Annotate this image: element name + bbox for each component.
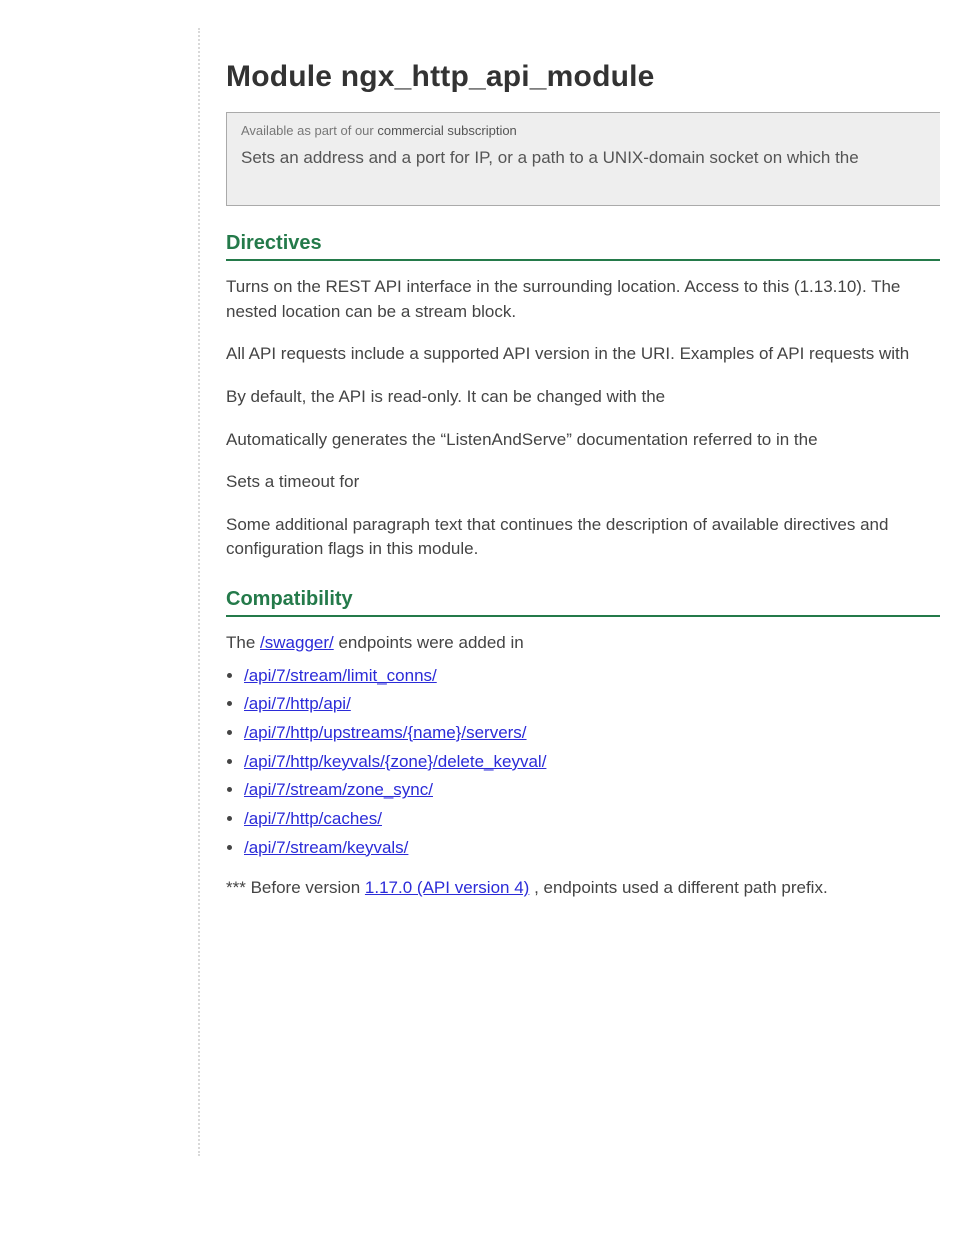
footnote-prefix: *** Before version [226, 878, 360, 897]
compat-link[interactable]: /api/7/http/keyvals/{zone}/delete_keyval… [244, 752, 546, 771]
list-item: /api/7/stream/limit_conns/ [244, 664, 940, 689]
paragraph: Sets a timeout for [226, 470, 940, 495]
compat-intro-link[interactable]: /swagger/ [260, 633, 334, 652]
directives-body: Turns on the REST API interface in the s… [226, 275, 940, 562]
compatibility-link-list: /api/7/stream/limit_conns/ /api/7/http/a… [244, 664, 940, 860]
paragraph: Automatically generates the “ListenAndSe… [226, 428, 940, 453]
compat-intro-prefix: The [226, 633, 255, 652]
section-rule [226, 615, 940, 617]
availability-lead: Sets an address and a port for IP, or a … [241, 148, 926, 168]
availability-label: Available as part of our [241, 123, 374, 138]
compat-link[interactable]: /api/7/stream/zone_sync/ [244, 780, 433, 799]
availability-box: Available as part of our commercial subs… [226, 112, 940, 206]
section-heading-directives: Directives [226, 232, 940, 255]
compat-link[interactable]: /api/7/stream/keyvals/ [244, 838, 408, 857]
section-rule [226, 259, 940, 261]
paragraph: By default, the API is read-only. It can… [226, 385, 940, 410]
paragraph: Some additional paragraph text that cont… [226, 513, 940, 562]
compat-intro-suffix: endpoints were added in [338, 633, 523, 652]
page-title: Module ngx_http_api_module [226, 60, 940, 94]
paragraph: All API requests include a supported API… [226, 342, 940, 367]
list-item: /api/7/http/caches/ [244, 807, 940, 832]
paragraph: Turns on the REST API interface in the s… [226, 275, 940, 324]
footnote-link[interactable]: 1.17.0 (API version 4) [365, 878, 529, 897]
footnote-suffix: , endpoints used a different path prefix… [534, 878, 828, 897]
list-item: /api/7/stream/keyvals/ [244, 836, 940, 861]
compatibility-body: The /swagger/ endpoints were added in /a… [226, 631, 940, 901]
compat-link[interactable]: /api/7/stream/limit_conns/ [244, 666, 437, 685]
list-item: /api/7/http/api/ [244, 692, 940, 717]
compat-link[interactable]: /api/7/http/api/ [244, 694, 351, 713]
compat-link[interactable]: /api/7/http/caches/ [244, 809, 382, 828]
list-item: /api/7/http/keyvals/{zone}/delete_keyval… [244, 750, 940, 775]
compat-link[interactable]: /api/7/http/upstreams/{name}/servers/ [244, 723, 527, 742]
left-vertical-rule [198, 28, 200, 1156]
availability-value: commercial subscription [377, 123, 516, 138]
list-item: /api/7/stream/zone_sync/ [244, 778, 940, 803]
list-item: /api/7/http/upstreams/{name}/servers/ [244, 721, 940, 746]
section-heading-compatibility: Compatibility [226, 588, 940, 611]
